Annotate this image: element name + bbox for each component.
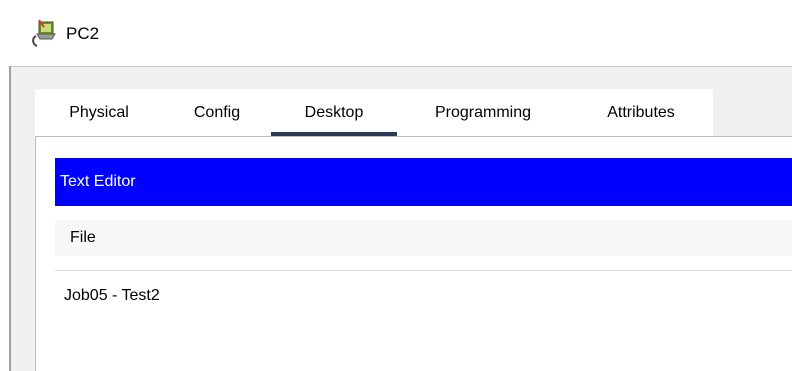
- title-bar: PC2: [0, 0, 792, 66]
- menu-bar: File: [55, 220, 792, 256]
- device-tabs: Physical Config Desktop Programming Attr…: [35, 89, 713, 136]
- tab-attributes[interactable]: Attributes: [569, 89, 713, 136]
- tab-desktop[interactable]: Desktop: [271, 89, 397, 136]
- tab-programming[interactable]: Programming: [397, 89, 569, 136]
- text-editor-area[interactable]: Job05 - Test2: [55, 270, 792, 371]
- text-editor-title-bar: Text Editor: [55, 158, 792, 206]
- app-title: Text Editor: [60, 173, 136, 190]
- tab-label: Desktop: [304, 103, 364, 121]
- tab-label: Physical: [69, 103, 129, 121]
- editor-content: Job05 - Test2: [64, 287, 160, 304]
- window-title: PC2: [66, 24, 100, 43]
- tab-label: Attributes: [607, 103, 675, 121]
- tab-label: Programming: [434, 103, 532, 121]
- tab-config[interactable]: Config: [163, 89, 271, 136]
- tab-label: Config: [193, 103, 241, 121]
- tab-physical[interactable]: Physical: [35, 89, 163, 136]
- pc2-window: PC2 Physical Config Desktop Programming …: [0, 0, 792, 371]
- menu-file[interactable]: File: [70, 229, 96, 247]
- pc-device-icon: [30, 18, 60, 48]
